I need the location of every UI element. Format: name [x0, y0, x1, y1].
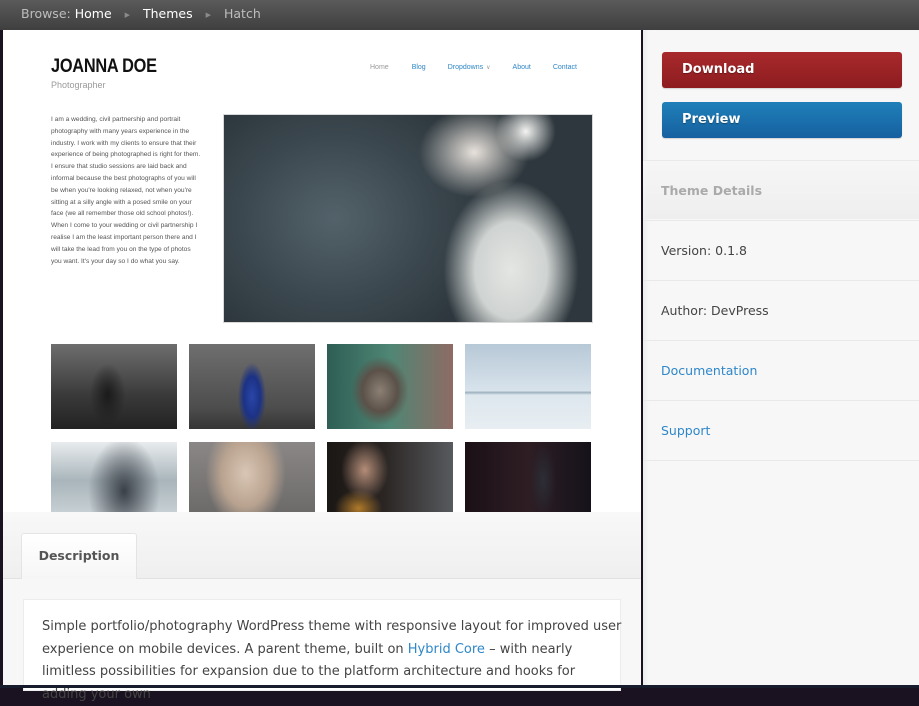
support-link[interactable]: Support [661, 423, 710, 438]
site-nav-dropdowns-label: Dropdowns [447, 64, 484, 71]
site-nav-contact[interactable]: Contact [553, 64, 577, 71]
site-nav-dropdowns[interactable]: Dropdowns ∨ [448, 64, 491, 71]
preview-button[interactable]: Preview [662, 102, 902, 138]
gallery-thumbnail[interactable] [465, 442, 591, 512]
download-button[interactable]: Download [662, 52, 902, 88]
bio-text: I am a wedding, civil partnership and po… [51, 116, 201, 265]
breadcrumb-prefix: Browse: [21, 6, 71, 21]
documentation-link[interactable]: Documentation [661, 363, 757, 378]
breadcrumb-current: Hatch [224, 6, 261, 21]
gallery-thumbnail[interactable] [327, 344, 453, 429]
theme-details-heading: Theme Details [643, 160, 919, 219]
chevron-down-icon: ∨ [486, 65, 491, 71]
site-nav-about[interactable]: About [513, 64, 531, 71]
gallery-thumbnail[interactable] [327, 442, 453, 512]
gallery-thumbnail[interactable] [189, 442, 315, 512]
description-text: Simple portfolio/photography WordPress t… [42, 616, 622, 706]
theme-sidebar: Download Preview Theme Details Version: … [643, 30, 919, 688]
theme-version: Version: 0.1.8 [643, 220, 919, 279]
hybrid-core-link[interactable]: Hybrid Core [408, 642, 485, 657]
site-nav: Home Blog Dropdowns ∨ About Contact [370, 64, 577, 71]
breadcrumb-separator-icon: ▶ [205, 11, 212, 19]
description-panel: Simple portfolio/photography WordPress t… [23, 599, 621, 702]
breadcrumb-home[interactable]: Home [75, 6, 112, 21]
breadcrumb-separator-icon: ▶ [124, 11, 131, 19]
sidebar-divider [643, 460, 919, 461]
tab-description[interactable]: Description [21, 533, 137, 579]
hero-image [223, 114, 593, 323]
breadcrumb-themes[interactable]: Themes [143, 6, 193, 21]
gallery-thumbnail[interactable] [189, 344, 315, 429]
support-row: Support [643, 400, 919, 459]
documentation-row: Documentation [643, 340, 919, 399]
gallery-thumbnail[interactable] [51, 442, 177, 512]
gallery-thumbnail[interactable] [465, 344, 591, 429]
theme-preview: JOANNA DOE Photographer Home Blog Dropdo… [3, 30, 641, 512]
gallery-thumbnail[interactable] [51, 344, 177, 429]
breadcrumb: Browse: Home ▶ Themes ▶ Hatch [0, 0, 919, 30]
theme-author: Author: DevPress [643, 280, 919, 339]
site-nav-home[interactable]: Home [370, 64, 389, 71]
site-nav-blog[interactable]: Blog [412, 64, 426, 71]
description-section: Description Simple portfolio/photography… [3, 512, 641, 702]
site-tagline: Photographer [51, 80, 106, 90]
site-title: JOANNA DOE [51, 56, 157, 77]
